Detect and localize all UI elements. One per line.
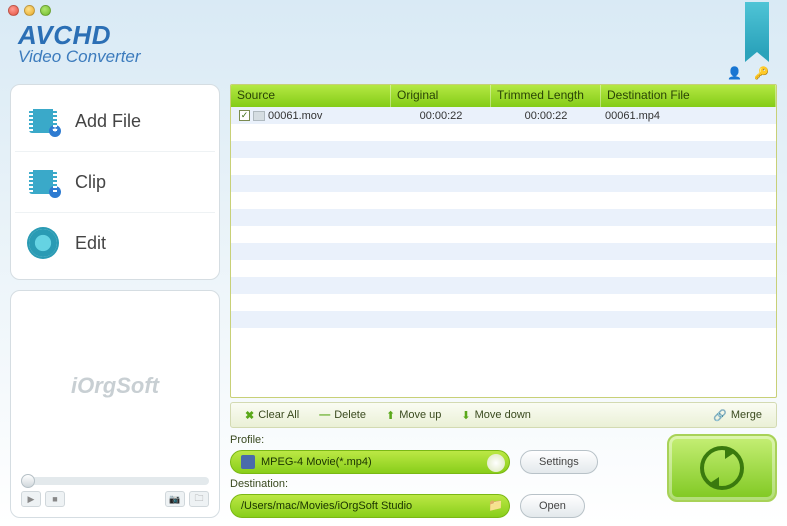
move-up-button[interactable]: ⬆Move up <box>378 407 449 424</box>
cell-destination: 00061.mp4 <box>601 110 776 122</box>
file-table: Source Original Trimmed Length Destinati… <box>230 84 777 398</box>
arrow-up-icon: ⬆ <box>386 409 395 422</box>
table-header: Source Original Trimmed Length Destinati… <box>231 85 776 107</box>
table-row <box>231 294 776 311</box>
settings-button[interactable]: Settings <box>520 450 598 474</box>
arrow-down-icon: ⬇ <box>461 409 470 422</box>
preview-play-button[interactable]: ▶ <box>21 491 41 507</box>
bookmark-ribbon-icon <box>745 2 769 52</box>
profile-label: Profile: <box>230 434 657 446</box>
table-row <box>231 328 776 345</box>
open-button[interactable]: Open <box>520 494 585 518</box>
destination-field[interactable]: /Users/mac/Movies/iOrgSoft Studio <box>230 494 510 518</box>
profile-select[interactable]: MPEG-4 Movie(*.mp4) <box>230 450 510 474</box>
row-checkbox[interactable]: ✓ <box>239 110 250 121</box>
film-clip-icon <box>27 166 59 198</box>
table-row <box>231 311 776 328</box>
preview-snapshot-button[interactable]: 📷 <box>165 491 185 507</box>
slider-thumb-icon[interactable] <box>21 474 35 488</box>
table-row <box>231 209 776 226</box>
merge-icon: 🔗 <box>713 409 727 422</box>
table-row <box>231 226 776 243</box>
user-icon[interactable]: 👤 <box>727 66 742 80</box>
window-minimize-button[interactable] <box>24 5 35 16</box>
col-header-destination[interactable]: Destination File <box>601 85 776 107</box>
delete-button[interactable]: —Delete <box>311 407 374 423</box>
cell-trimmed: 00:00:22 <box>491 110 601 122</box>
preview-folder-button[interactable]: 🗀 <box>189 491 209 507</box>
table-row <box>231 277 776 294</box>
clear-all-button[interactable]: ✖Clear All <box>237 407 307 424</box>
table-row <box>231 175 776 192</box>
file-icon <box>253 111 265 121</box>
app-header: AVCHD Video Converter 👤 🔑 <box>0 20 787 80</box>
sidebar-item-label: Edit <box>75 233 106 254</box>
sidebar: + Add File Clip Edit <box>10 84 220 280</box>
convert-button[interactable] <box>667 434 777 502</box>
table-row <box>231 243 776 260</box>
cell-original: 00:00:22 <box>391 110 491 122</box>
film-add-icon: + <box>27 105 59 137</box>
key-icon[interactable]: 🔑 <box>754 66 769 80</box>
table-body: ✓00061.mov00:00:2200:00:2200061.mp4 <box>231 107 776 397</box>
move-down-button[interactable]: ⬇Move down <box>453 407 538 424</box>
preview-watermark: iOrgSoft <box>21 301 209 471</box>
preview-stop-button[interactable]: ■ <box>45 491 65 507</box>
col-header-source[interactable]: Source <box>231 85 391 107</box>
destination-label: Destination: <box>230 478 657 490</box>
col-header-original[interactable]: Original <box>391 85 491 107</box>
brand-subtitle: Video Converter <box>18 47 787 67</box>
table-row <box>231 124 776 141</box>
list-toolbar: ✖Clear All —Delete ⬆Move up ⬇Move down 🔗… <box>230 402 777 428</box>
sidebar-item-edit[interactable]: Edit <box>15 213 215 273</box>
preview-seek-slider[interactable] <box>21 477 209 485</box>
window-zoom-button[interactable] <box>40 5 51 16</box>
table-row <box>231 158 776 175</box>
sidebar-item-add-file[interactable]: + Add File <box>15 91 215 152</box>
window-close-button[interactable] <box>8 5 19 16</box>
window-titlebar <box>0 0 787 20</box>
col-header-trimmed[interactable]: Trimmed Length <box>491 85 601 107</box>
table-row[interactable]: ✓00061.mov00:00:2200:00:2200061.mp4 <box>231 107 776 124</box>
cell-source: 00061.mov <box>268 110 322 122</box>
table-row <box>231 260 776 277</box>
sidebar-item-label: Clip <box>75 172 106 193</box>
x-icon: ✖ <box>245 409 254 422</box>
minus-icon: — <box>319 409 330 421</box>
merge-button[interactable]: 🔗Merge <box>705 407 770 424</box>
table-row <box>231 192 776 209</box>
destination-value: /Users/mac/Movies/iOrgSoft Studio <box>241 500 412 512</box>
gear-icon <box>27 227 59 259</box>
preview-panel: iOrgSoft ▶ ■ 📷 🗀 <box>10 290 220 518</box>
sidebar-item-label: Add File <box>75 111 141 132</box>
sidebar-item-clip[interactable]: Clip <box>15 152 215 213</box>
convert-arrows-icon <box>700 446 744 490</box>
video-format-icon <box>241 455 255 469</box>
profile-value: MPEG-4 Movie(*.mp4) <box>261 456 372 468</box>
table-row <box>231 141 776 158</box>
